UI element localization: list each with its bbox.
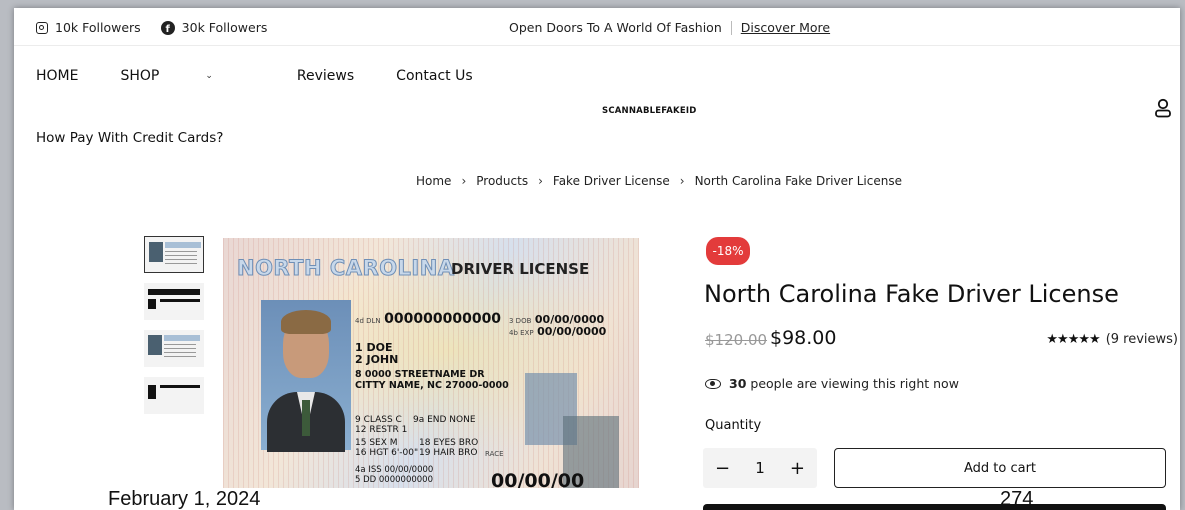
thumb-photo [149, 242, 163, 262]
caption-number: 274 [1000, 488, 1034, 510]
promo-divider [730, 20, 732, 35]
chevron-right-icon: › [679, 174, 685, 188]
browser-page: 10k Followers f 30k Followers Open Doors… [14, 8, 1180, 510]
card-dob: 3 DOB 00/00/0000 [509, 314, 604, 326]
breadcrumb-products[interactable]: Products [476, 174, 528, 188]
card-city: CITTY NAME, NC 27000-0000 [355, 380, 509, 391]
user-account-icon[interactable] [1154, 98, 1172, 118]
chevron-right-icon: › [461, 174, 467, 188]
card-dd: 5 DD 0000000000 [355, 475, 433, 485]
instagram-link[interactable]: 10k Followers [36, 20, 141, 35]
card-height: 16 HGT 6'-00" [355, 448, 419, 458]
card-dln-label: 4d DLN [355, 317, 381, 325]
facebook-followers: 30k Followers [181, 20, 268, 35]
product-thumbnails [144, 236, 206, 424]
card-endorsements: 9a END NONE [413, 415, 476, 425]
live-viewers: 30 people are viewing this right now [705, 376, 959, 391]
card-dob-label: 3 DOB [509, 317, 532, 325]
portrait-hair [281, 310, 331, 334]
product-rating[interactable]: ★★★★★ (9 reviews) [1046, 332, 1178, 347]
instagram-followers: 10k Followers [55, 20, 141, 35]
thumb-photo [148, 335, 162, 355]
nav-how-pay[interactable]: How Pay With Credit Cards? [36, 130, 223, 146]
instagram-icon [36, 21, 48, 34]
chevron-right-icon: › [538, 174, 543, 188]
thumbnail-back[interactable] [144, 283, 204, 320]
card-dln: 4d DLN 000000000000 [355, 312, 501, 327]
card-race: RACE [485, 450, 504, 458]
quantity-input[interactable]: 1 [755, 459, 765, 477]
thumb-barcode-line [160, 385, 200, 388]
portrait-tie [302, 400, 310, 436]
thumbnail-back-alt[interactable] [144, 377, 204, 414]
card-dln-value: 000000000000 [384, 311, 502, 327]
nav-contact[interactable]: Contact Us [396, 68, 472, 84]
card-restrictions: 12 RESTR 1 [355, 425, 408, 435]
nav-shop-label: SHOP [120, 68, 160, 84]
promo-message: Open Doors To A World Of Fashion Discove… [509, 20, 830, 35]
thumb-band [165, 242, 201, 248]
eye-icon [705, 378, 721, 389]
product-title: North Carolina Fake Driver License [704, 280, 1119, 308]
review-count: (9 reviews) [1105, 332, 1178, 347]
nav-reviews[interactable]: Reviews [297, 68, 354, 84]
card-expiry-large: 00/00/00 [491, 470, 585, 488]
thumb-band [164, 335, 200, 341]
thumb-barcode [148, 289, 200, 295]
card-last-name: 1 DOE [355, 341, 393, 354]
card-hair: 19 HAIR BRO [419, 448, 478, 458]
card-first-name: 2 JOHN [355, 353, 399, 366]
thumb-barcode-block [148, 299, 156, 309]
announcement-bar: 10k Followers f 30k Followers Open Doors… [14, 8, 1180, 46]
promo-text: Open Doors To A World Of Fashion [509, 20, 722, 35]
breadcrumb-category[interactable]: Fake Driver License [553, 174, 670, 188]
discount-badge: -18% [706, 237, 750, 265]
increase-quantity-button[interactable]: + [790, 458, 805, 479]
add-to-cart-button[interactable]: Add to cart [834, 448, 1166, 488]
facebook-link[interactable]: f 30k Followers [160, 20, 268, 35]
card-exp-value: 00/00/0000 [537, 325, 607, 338]
nav-shop[interactable]: SHOP ⌄ [120, 68, 254, 84]
card-portrait [261, 300, 351, 452]
original-price: $120.00 [705, 331, 768, 349]
thumbnail-front-alt[interactable] [144, 330, 204, 367]
site-logo[interactable]: SCANNABLEFAKEID [602, 106, 696, 116]
card-exp-label: 4b EXP [509, 329, 534, 337]
thumb-lines [164, 344, 196, 358]
breadcrumb: Home › Products › Fake Driver License › … [416, 174, 902, 188]
breadcrumb-current: North Carolina Fake Driver License [694, 174, 902, 188]
card-exp: 4b EXP 00/00/0000 [509, 326, 606, 338]
viewers-count: 30 [729, 376, 747, 391]
quantity-stepper: − 1 + [703, 448, 817, 488]
thumbnail-front[interactable] [144, 236, 204, 273]
thumb-lines [165, 251, 197, 265]
card-street: 8 0000 STREETNAME DR [355, 369, 485, 380]
product-main-image[interactable]: NORTH CAROLINA DRIVER LICENSE 4d DLN 000… [223, 238, 639, 488]
breadcrumb-home[interactable]: Home [416, 174, 451, 188]
chevron-down-icon: ⌄ [205, 71, 213, 81]
main-nav: HOME SHOP ⌄ Reviews Contact Us [36, 68, 515, 84]
card-issue: 4a ISS 00/00/0000 [355, 465, 434, 475]
viewers-text: people are viewing this right now [750, 376, 959, 391]
nav-home[interactable]: HOME [36, 68, 78, 84]
caption-date: February 1, 2024 [108, 488, 261, 510]
star-rating-icon: ★★★★★ [1046, 332, 1100, 347]
quantity-label: Quantity [705, 418, 762, 433]
buy-now-button[interactable] [703, 504, 1166, 510]
thumb-barcode-line [160, 299, 200, 302]
sale-price: $98.00 [770, 327, 837, 349]
thumb-barcode-block [148, 385, 156, 399]
social-links: 10k Followers f 30k Followers [36, 20, 267, 35]
discover-more-link[interactable]: Discover More [741, 20, 830, 35]
decrease-quantity-button[interactable]: − [715, 458, 730, 479]
card-state-name: NORTH CAROLINA [237, 256, 455, 281]
card-type: DRIVER LICENSE [451, 260, 590, 278]
facebook-icon: f [160, 20, 175, 35]
